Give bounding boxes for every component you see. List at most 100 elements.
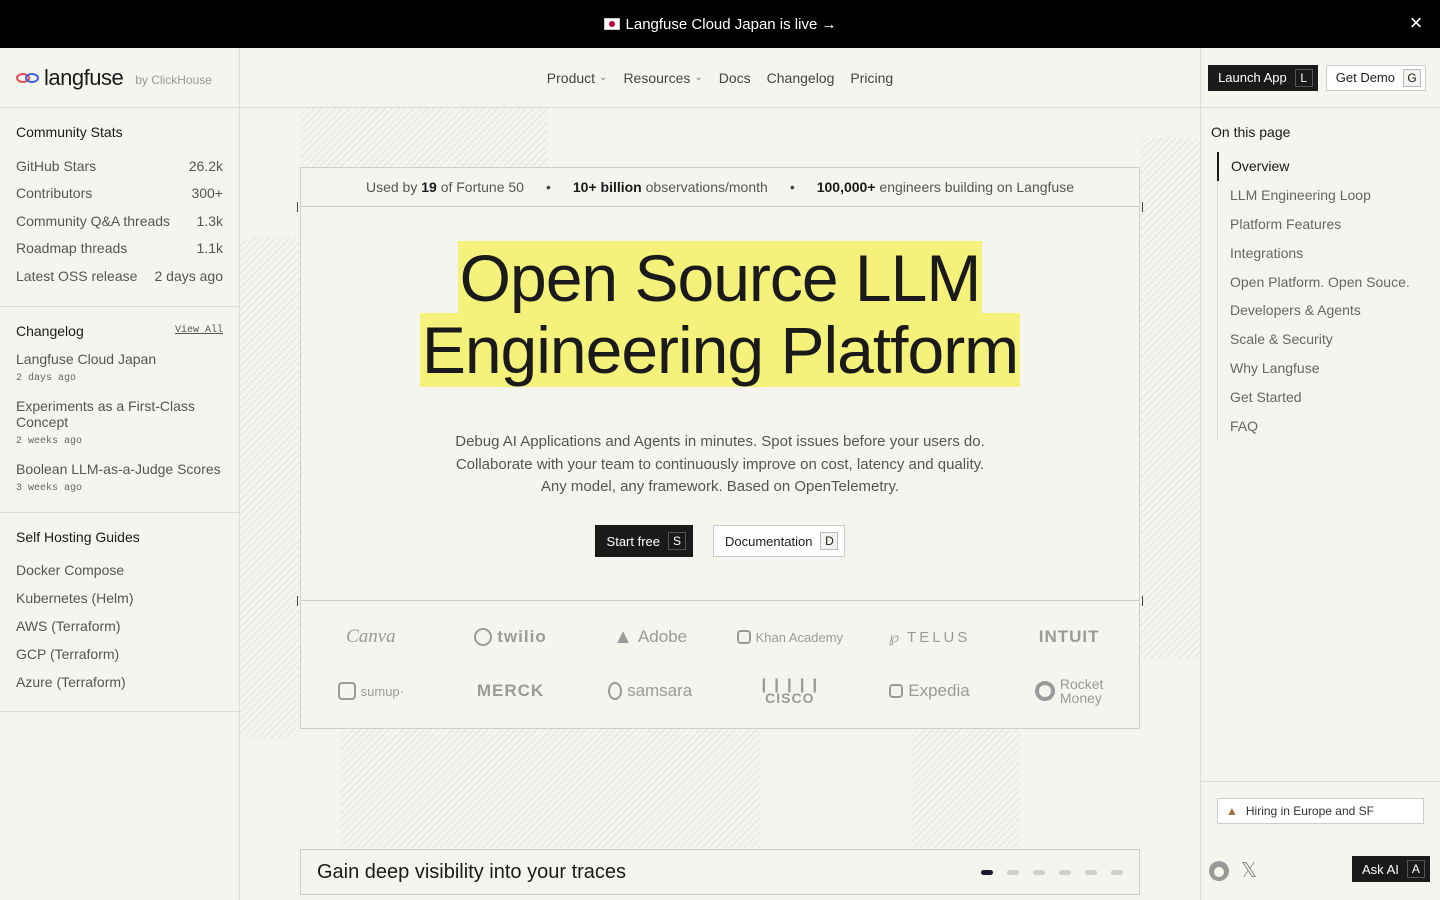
stat-row[interactable]: GitHub Stars 26.2k	[16, 152, 223, 180]
pager-dot[interactable]	[1059, 869, 1071, 875]
samsara-icon	[608, 682, 623, 700]
stat-row[interactable]: Latest OSS release 2 days ago	[16, 262, 223, 290]
usage-stats-strip: Used by 19 of Fortune 50 • 10+ billion o…	[301, 168, 1139, 207]
view-all-link[interactable]: View All	[175, 325, 223, 336]
pager-dot[interactable]	[1033, 869, 1045, 875]
nav-changelog[interactable]: Changelog	[767, 70, 835, 86]
close-icon[interactable]: ×	[1406, 12, 1426, 34]
start-free-button[interactable]: Start free S	[594, 525, 693, 557]
get-demo-button[interactable]: Get Demo G	[1325, 64, 1426, 91]
changelog-item[interactable]: Experiments as a First-Class Concept 2 w…	[16, 398, 223, 447]
stat-label: Contributors	[16, 185, 93, 202]
toc-item[interactable]: FAQ	[1218, 411, 1440, 440]
changelog-item-date: 2 days ago	[16, 372, 77, 384]
merck-logo: MERCK	[476, 681, 545, 700]
changelog-panel: Changelog View All Langfuse Cloud Japan …	[0, 307, 239, 513]
x-icon[interactable]: 𝕏	[1241, 858, 1257, 883]
toc-title: On this page	[1211, 124, 1291, 140]
toc-item[interactable]: Why Langfuse	[1218, 354, 1440, 383]
stat-row[interactable]: Contributors 300+	[16, 180, 223, 208]
toc-item[interactable]: Platform Features	[1218, 210, 1440, 239]
toc-item[interactable]: Open Platform. Open Souce.	[1218, 267, 1440, 296]
nav-docs[interactable]: Docs	[719, 70, 751, 86]
khan-academy-logo: Khan Academy	[720, 610, 860, 664]
langfuse-logo-icon	[16, 69, 40, 87]
canva-logo: Canva	[346, 626, 396, 647]
ask-ai-button[interactable]: Ask AI A	[1352, 856, 1430, 882]
pager-dot[interactable]	[1007, 869, 1019, 875]
guide-link[interactable]: Kubernetes (Helm)	[16, 584, 223, 612]
twilio-icon	[474, 628, 493, 646]
sumup-logo: sumup·	[301, 664, 441, 718]
changelog-item-title: Experiments as a First-Class Concept	[16, 397, 195, 430]
changelog-item-date: 2 weeks ago	[16, 435, 83, 447]
toc-item[interactable]: LLM Engineering Loop	[1218, 181, 1440, 210]
documentation-button[interactable]: Documentation D	[713, 525, 846, 557]
github-icon[interactable]	[1209, 860, 1229, 881]
changelog-item[interactable]: Langfuse Cloud Japan 2 days ago	[16, 351, 223, 384]
toc-item[interactable]: Integrations	[1218, 238, 1440, 267]
changelog-item[interactable]: Boolean LLM-as-a-Judge Scores 3 weeks ag…	[16, 461, 223, 494]
self-hosting-guides: Self Hosting Guides Docker Compose Kuber…	[0, 513, 239, 713]
changelog-title: Changelog	[16, 322, 84, 339]
top-navigation: Product ⌄ Resources ⌄ Docs Changelog Prici…	[240, 48, 1200, 108]
hero-cta: Start free S Documentation D	[301, 525, 1139, 557]
stat-row[interactable]: Community Q&A threads 1.3k	[16, 207, 223, 235]
brand-logo[interactable]: langfuse by ClickHouse	[0, 48, 239, 108]
feature-section-header: Gain deep visibility into your traces	[300, 849, 1140, 895]
nav-product[interactable]: Product ⌄	[547, 70, 608, 86]
nav-resources[interactable]: Resources ⌄	[623, 70, 702, 86]
pager-dot-active[interactable]	[981, 869, 993, 875]
twilio-logo: twilio	[441, 610, 581, 664]
guide-link[interactable]: Docker Compose	[16, 557, 223, 585]
toc-item[interactable]: Get Started	[1218, 382, 1440, 411]
nav-pricing[interactable]: Pricing	[850, 70, 893, 86]
toc-item[interactable]: Scale & Security	[1218, 325, 1440, 354]
hero-section: Open Source LLM Engineering Platform Deb…	[301, 207, 1139, 601]
stat-row[interactable]: Roadmap threads 1.1k	[16, 235, 223, 263]
toc-item-overview[interactable]: Overview	[1217, 152, 1440, 181]
launch-app-button[interactable]: Launch App L	[1208, 64, 1318, 91]
carousel-pager	[981, 869, 1123, 875]
pager-dot[interactable]	[1111, 869, 1123, 875]
guide-link[interactable]: AWS (Terraform)	[16, 612, 223, 640]
telus-logo: ℘ TELUS	[888, 628, 971, 647]
hero-headline-line1: Open Source LLM	[457, 241, 983, 315]
get-demo-label: Get Demo	[1335, 70, 1395, 85]
guide-link[interactable]: GCP (Terraform)	[16, 640, 223, 668]
announcement-banner[interactable]: Langfuse Cloud Japan is live → ×	[0, 0, 1440, 48]
separator-dot: •	[545, 179, 551, 195]
launch-app-label: Launch App	[1218, 70, 1287, 85]
stat-value: 300+	[191, 185, 223, 202]
hatch-decoration	[300, 108, 548, 168]
stat-label: Roadmap threads	[16, 240, 128, 257]
shortcut-key: D	[820, 532, 839, 550]
rocket-money-icon	[1034, 681, 1055, 701]
guide-link[interactable]: Azure (Terraform)	[16, 668, 223, 696]
banner-text[interactable]: Langfuse Cloud Japan is live →	[626, 16, 837, 33]
shortcut-key: L	[1294, 68, 1313, 87]
stat-value: 26.2k	[188, 157, 223, 174]
changelog-item-title: Boolean LLM-as-a-Judge Scores	[16, 460, 221, 477]
hero-headline-line2: Engineering Platform	[419, 313, 1021, 387]
customer-logos: Canva twilio ▲ Adobe Khan Academy ℘ TELUS …	[301, 601, 1139, 718]
table-of-contents: Overview LLM Engineering Loop Platform F…	[1217, 152, 1440, 440]
jp-flag-icon	[603, 18, 620, 30]
observations-stat: 10+ billion observations/month	[572, 179, 768, 195]
ask-ai-label: Ask AI	[1362, 861, 1399, 877]
shortcut-key: S	[668, 532, 686, 550]
community-stats-title: Community Stats	[16, 124, 123, 140]
separator-dot: •	[789, 179, 795, 195]
expedia-logo: Expedia	[860, 664, 1000, 718]
toc-item[interactable]: Developers & Agents	[1218, 296, 1440, 325]
hiring-link[interactable]: ▲ Hiring in Europe and SF	[1217, 798, 1424, 824]
hero-subtitle: Debug AI Applications and Agents in minu…	[455, 433, 985, 495]
chevron-down-icon: ⌄	[599, 72, 608, 83]
nav-label: Product	[546, 69, 596, 86]
guides-title: Self Hosting Guides	[16, 528, 140, 545]
left-sidebar: langfuse by ClickHouse Community Stats G…	[0, 48, 240, 900]
hatch-decoration	[912, 728, 1020, 848]
hatch-decoration	[240, 238, 300, 738]
brand-by: by ClickHouse	[135, 72, 212, 87]
pager-dot[interactable]	[1085, 869, 1097, 875]
